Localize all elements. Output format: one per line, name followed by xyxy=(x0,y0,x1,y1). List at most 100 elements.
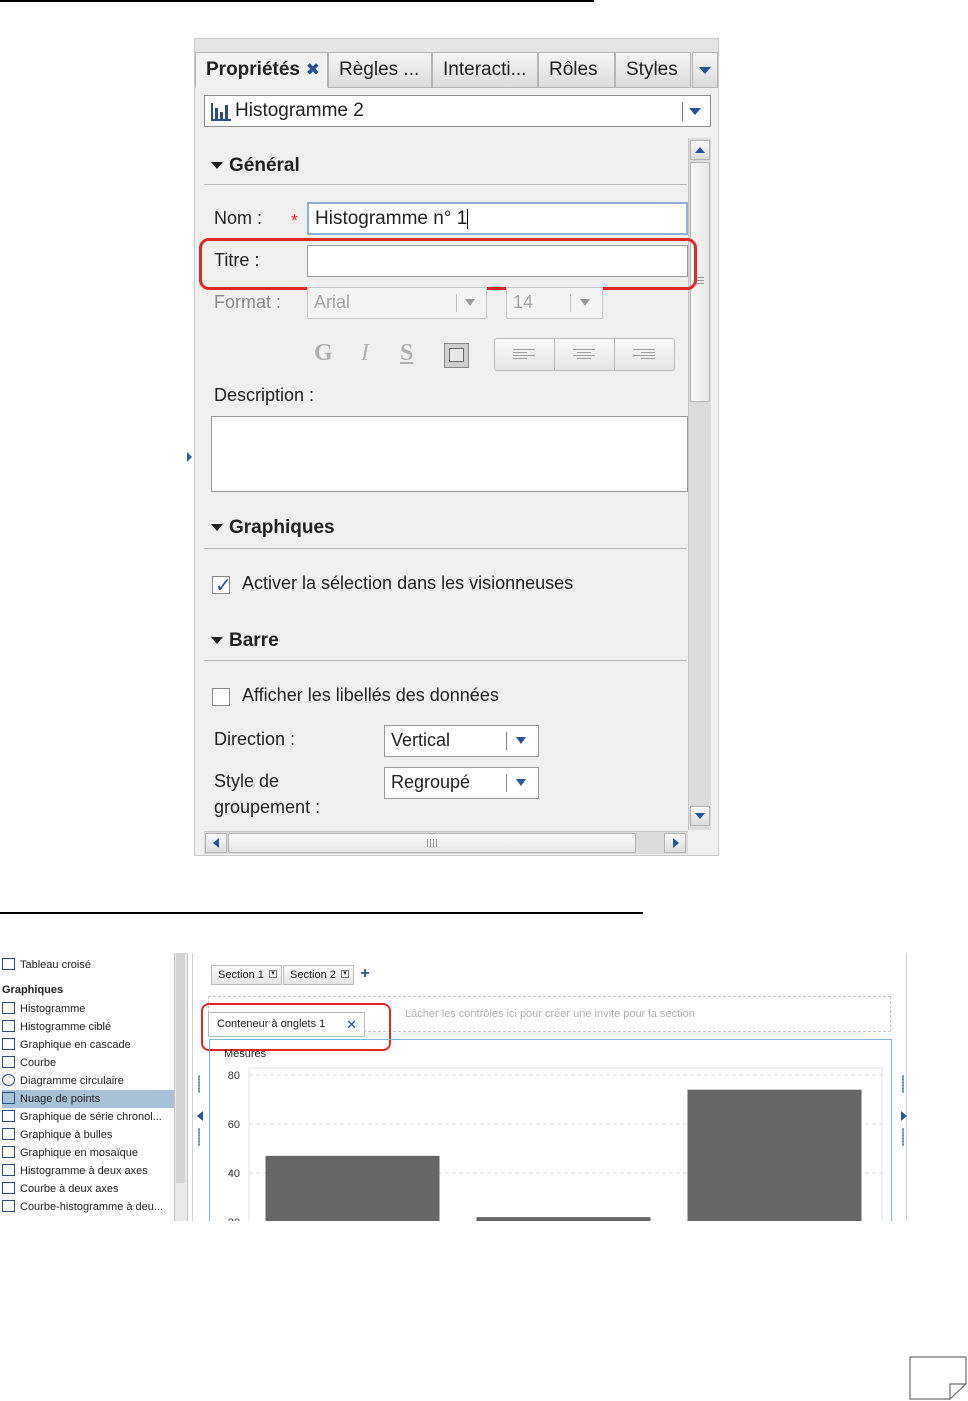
section-general-header[interactable]: Général xyxy=(211,155,300,177)
direction-select[interactable]: Vertical xyxy=(384,725,539,757)
name-label: Nom : xyxy=(214,208,263,228)
italic-button[interactable]: I xyxy=(361,340,369,367)
chevron-down-icon xyxy=(516,779,526,786)
scroll-up-button[interactable] xyxy=(690,140,710,160)
collapse-right-icon[interactable] xyxy=(901,1111,907,1121)
dropdown-icon[interactable]: ▾ xyxy=(341,970,349,978)
bold-button[interactable]: G xyxy=(314,340,333,367)
list-item[interactable]: Histogramme à deux axes xyxy=(2,1162,174,1180)
list-item-label: Courbe-histogramme à deu... xyxy=(20,1201,164,1213)
list-item-label: Histogramme xyxy=(20,1003,86,1015)
align-center-button[interactable] xyxy=(555,339,615,370)
text-color-icon[interactable] xyxy=(444,343,469,368)
divider xyxy=(204,548,687,549)
list-item[interactable]: Courbe à deux axes xyxy=(2,1180,174,1198)
list-item-label: Graphique en mosaïque xyxy=(20,1147,139,1159)
selection-checkbox-label: Activer la sélection dans les visionneus… xyxy=(242,573,574,593)
list-item-label: Histogramme à deux axes xyxy=(20,1165,148,1177)
chevron-down-icon xyxy=(465,299,475,306)
section-title: Barre xyxy=(229,630,279,651)
bubble-chart-icon xyxy=(2,1128,15,1140)
list-item[interactable]: Graphique en mosaïque xyxy=(2,1144,174,1162)
close-icon[interactable]: ✖ xyxy=(306,53,320,87)
scroll-thumb[interactable] xyxy=(176,953,185,1183)
data-labels-checkbox[interactable] xyxy=(212,688,230,706)
align-right-button[interactable] xyxy=(615,339,675,370)
tab-styles[interactable]: Styles xyxy=(615,52,691,88)
tab-interactions[interactable]: Interacti... xyxy=(432,52,538,88)
checkmark-icon: ✓ xyxy=(215,575,232,597)
name-input[interactable]: Histogramme n° 1 xyxy=(307,202,688,235)
tab-label: Styles xyxy=(626,59,678,80)
list-item-label: Diagramme circulaire xyxy=(20,1075,124,1087)
line-chart-icon xyxy=(2,1056,15,1068)
list-item[interactable]: Courbe xyxy=(2,1054,174,1072)
list-item[interactable]: Histogramme xyxy=(2,1000,174,1018)
resize-handle-icon[interactable] xyxy=(198,1128,200,1146)
resize-handle-icon[interactable] xyxy=(198,1075,200,1093)
tab-roles[interactable]: Rôles xyxy=(538,52,615,88)
section-graphiques-header[interactable]: Graphiques xyxy=(211,517,335,539)
list-item-label: Courbe xyxy=(20,1057,57,1069)
section-tab-1[interactable]: Section 1 ▾ xyxy=(211,965,282,985)
section-barre-header[interactable]: Barre xyxy=(211,630,279,652)
section-tab-2[interactable]: Section 2 ▾ xyxy=(283,965,354,985)
objects-list-scrollbar[interactable] xyxy=(174,953,188,1221)
chart-frame[interactable]: Mesures 20 40 60 80 xyxy=(209,1039,892,1221)
scroll-thumb[interactable] xyxy=(228,833,636,853)
grouping-select[interactable]: Regroupé xyxy=(384,767,539,799)
align-left-button[interactable] xyxy=(495,339,555,370)
add-section-button[interactable]: + xyxy=(356,965,374,985)
collapse-left-icon[interactable] xyxy=(187,452,192,462)
list-item[interactable]: Graphique de série chronol... xyxy=(2,1108,174,1126)
list-item-selected[interactable]: Nuage de points xyxy=(2,1090,174,1108)
y-tick-label: 40 xyxy=(228,1168,240,1180)
tab-label: Rôles xyxy=(549,59,598,80)
title-input[interactable] xyxy=(307,245,688,277)
resize-handle-icon[interactable] xyxy=(902,1128,904,1146)
list-item[interactable]: Graphique en cascade xyxy=(2,1036,174,1054)
list-item[interactable]: Graphique à bulles xyxy=(2,1126,174,1144)
scroll-down-button[interactable] xyxy=(690,806,710,826)
title-label: Titre : xyxy=(214,250,260,270)
list-item[interactable]: Histogramme ciblé xyxy=(2,1018,174,1036)
scroll-right-button[interactable] xyxy=(664,833,686,853)
text-cursor xyxy=(467,208,469,229)
chevron-down-icon xyxy=(689,108,701,115)
more-tabs-button[interactable] xyxy=(692,52,718,88)
dropdown-icon[interactable]: ▾ xyxy=(269,970,277,978)
tab-regles[interactable]: Règles ... xyxy=(328,52,432,88)
object-selector[interactable]: Histogramme 2 xyxy=(204,95,711,127)
panel-body: Histogramme 2 Général Nom : * Histogramm… xyxy=(195,88,718,855)
align-left-icon xyxy=(513,349,535,361)
selection-checkbox[interactable]: ✓ xyxy=(212,575,232,597)
collapse-left-icon[interactable] xyxy=(197,1111,203,1121)
list-item-label: Tableau croisé xyxy=(20,959,91,971)
font-family-select[interactable]: Arial xyxy=(307,287,487,319)
tab-proprietes[interactable]: Propriétés ✖ xyxy=(195,52,328,88)
resize-handle-icon[interactable] xyxy=(902,1075,904,1093)
list-item[interactable]: Diagramme circulaire xyxy=(2,1072,174,1090)
y-axis-title: Mesures xyxy=(224,1048,267,1060)
targeted-bar-chart-icon xyxy=(2,1020,15,1032)
page-rule-top xyxy=(0,0,594,2)
scroll-left-button[interactable] xyxy=(205,833,227,853)
font-size-select[interactable]: 14 xyxy=(506,287,603,319)
arrow-down-icon xyxy=(695,813,705,819)
time-series-icon xyxy=(2,1110,15,1122)
arrow-right-icon xyxy=(673,838,679,848)
list-item[interactable]: Tableau croisé xyxy=(2,956,174,974)
y-tick-label: 20 xyxy=(228,1217,240,1221)
dual-axis-line-icon xyxy=(2,1182,15,1194)
collapse-triangle-icon xyxy=(211,524,223,532)
objects-list: Tableau croisé Graphiques Histogramme Hi… xyxy=(0,953,174,1221)
tab-bar: Propriétés ✖ Règles ... Interacti... Rôl… xyxy=(195,52,718,88)
format-label: Format : xyxy=(214,292,282,312)
data-labels-checkbox-label: Afficher les libellés des données xyxy=(242,685,499,705)
strikethrough-button[interactable]: S xyxy=(400,340,413,367)
list-item[interactable]: Courbe-histogramme à deu... xyxy=(2,1198,174,1216)
name-input-value: Histogramme n° 1 xyxy=(315,208,468,229)
horizontal-scrollbar[interactable] xyxy=(204,831,688,854)
description-textarea[interactable] xyxy=(211,416,688,492)
list-item-label: Nuage de points xyxy=(20,1093,101,1105)
